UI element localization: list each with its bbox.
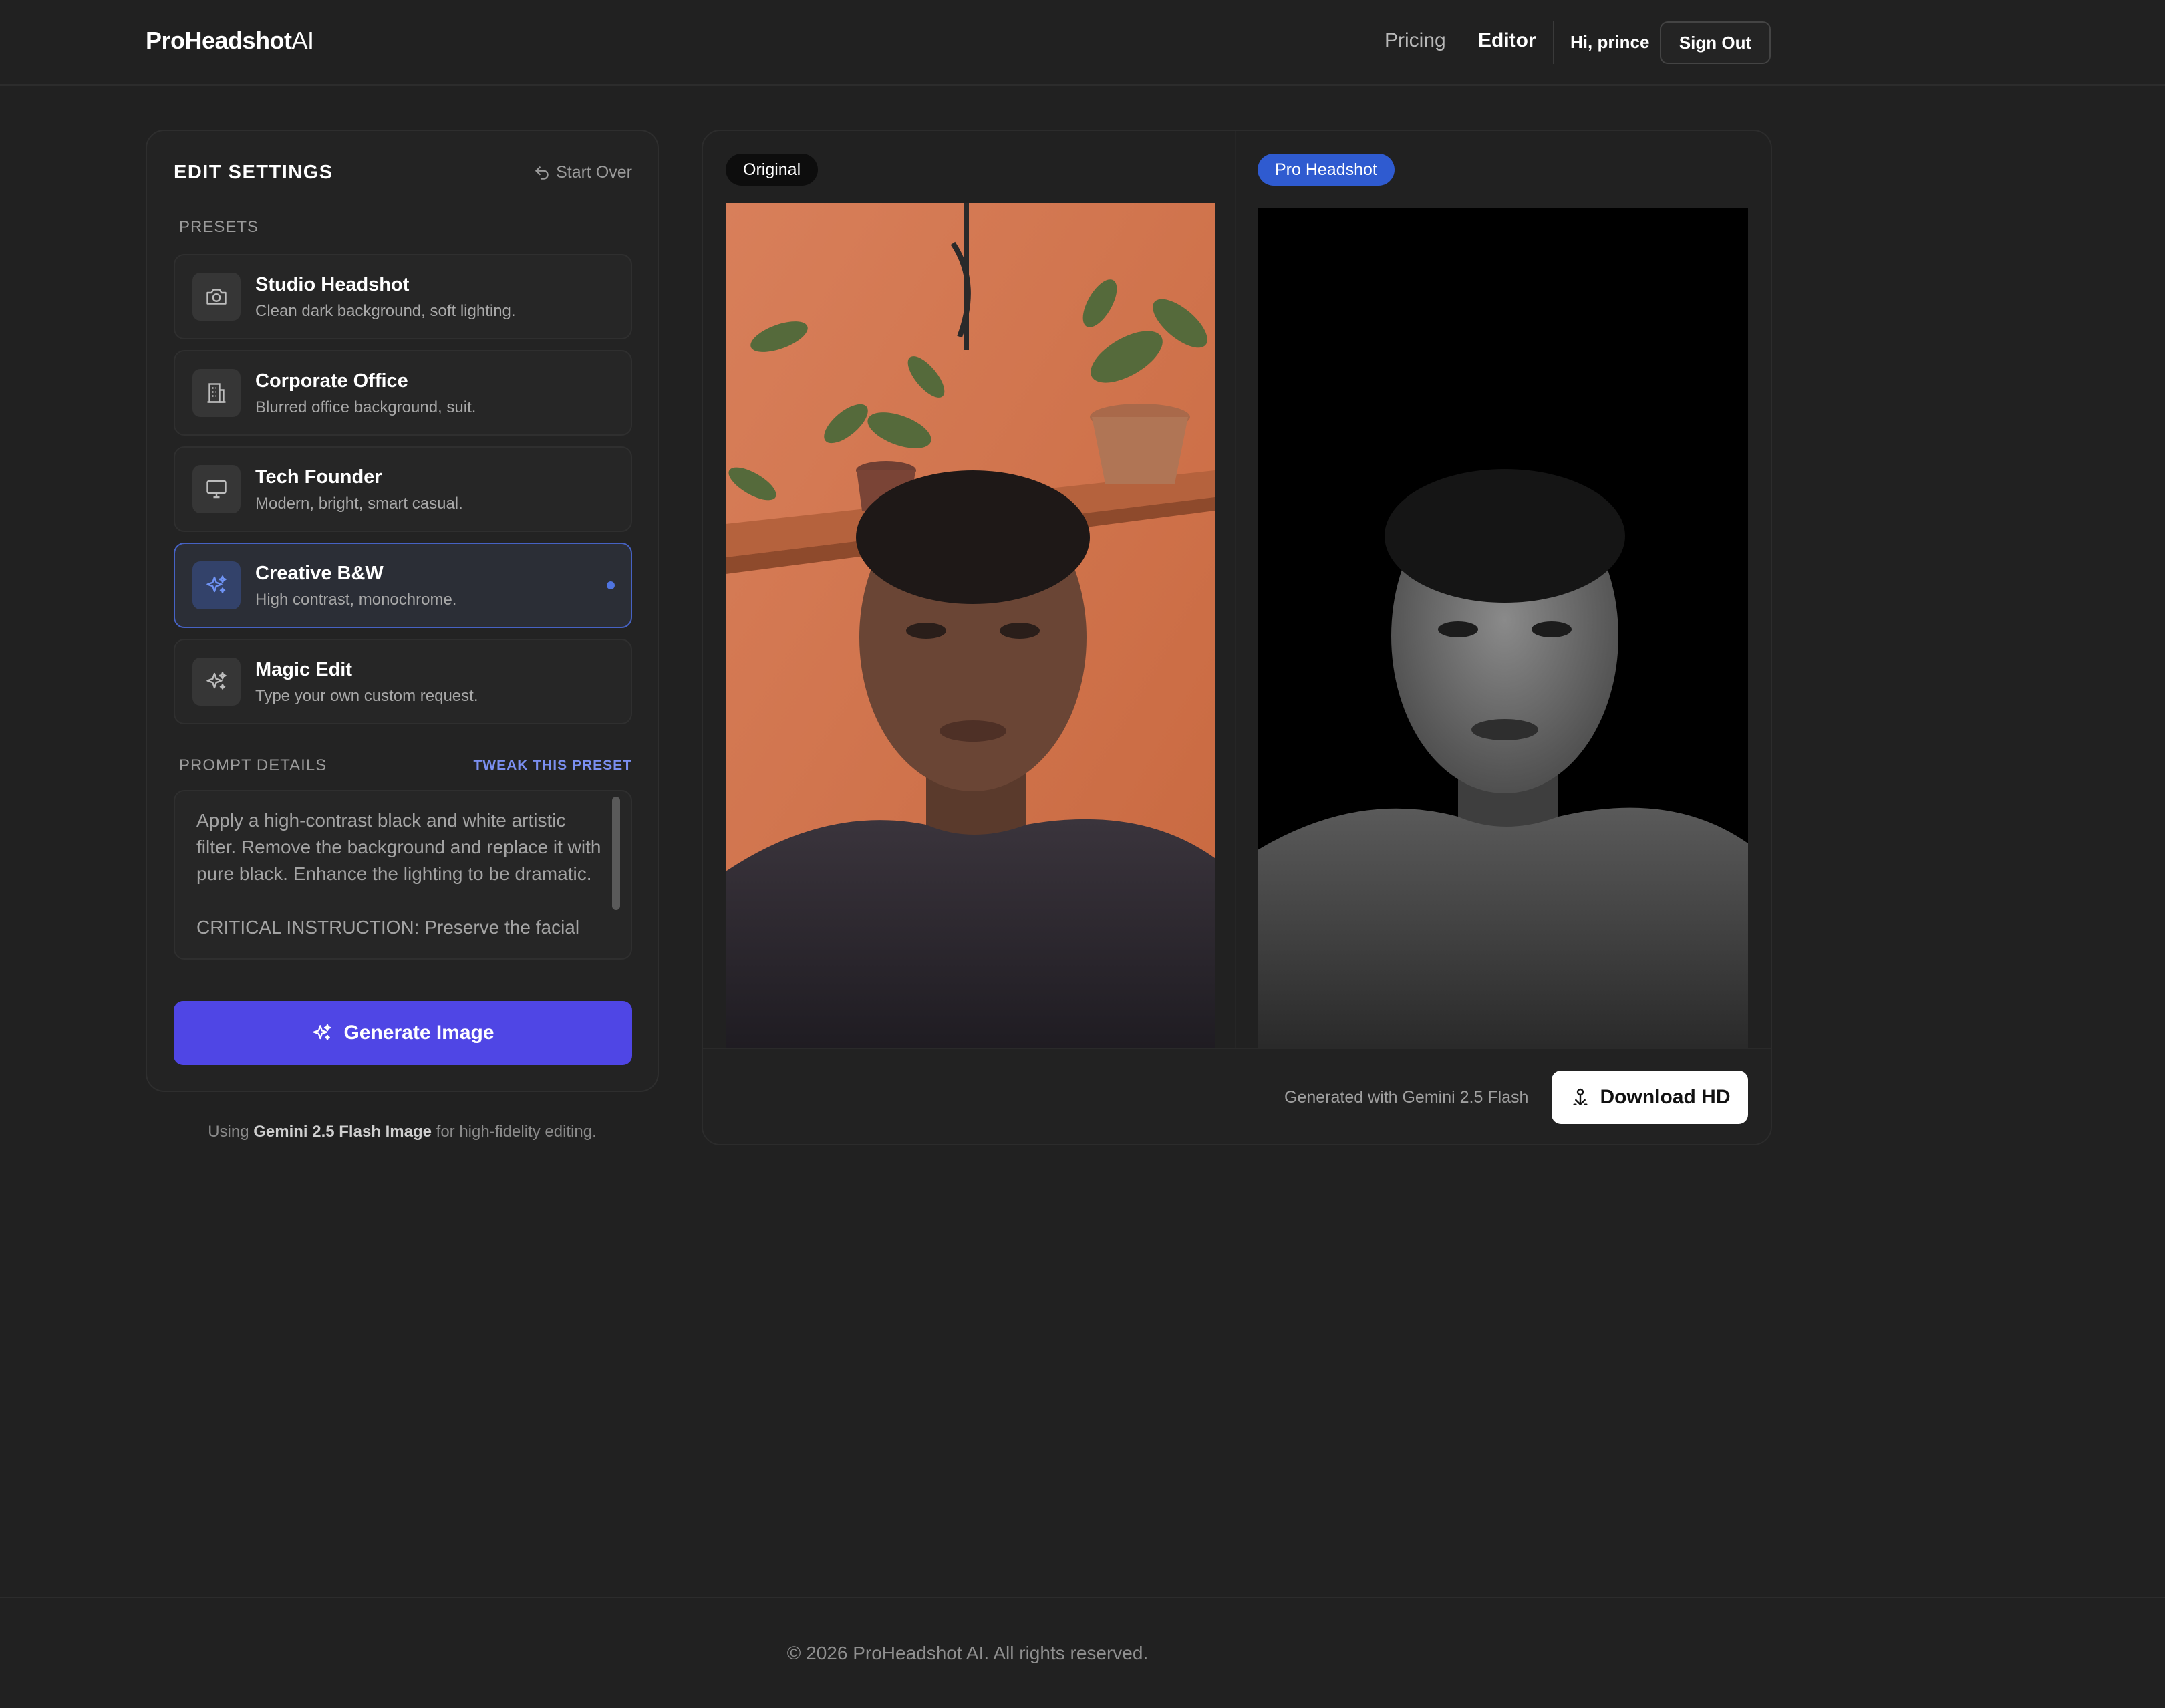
preset-title: Corporate Office (255, 370, 408, 392)
sparkles-icon (206, 672, 227, 690)
building-icon (207, 383, 226, 403)
preset-title: Magic Edit (255, 659, 353, 680)
preset-description: Clean dark background, soft lighting. (255, 302, 516, 320)
original-photo (726, 203, 1215, 1048)
preset-title: Tech Founder (255, 466, 382, 488)
model-note: Using Gemini 2.5 Flash Image for high-fi… (208, 1123, 597, 1141)
undo-icon (535, 166, 549, 180)
selected-indicator (607, 581, 615, 589)
brand-logo[interactable]: ProHeadshotAI (146, 27, 314, 55)
preset-icon-box (192, 273, 241, 321)
preset-icon-box (192, 658, 241, 706)
preset-title: Studio Headshot (255, 274, 410, 295)
preset-magic-edit[interactable]: Magic Edit Type your own custom request. (174, 639, 632, 724)
preset-description: Type your own custom request. (255, 687, 478, 705)
preset-icon-box (192, 465, 241, 513)
page-footer: © 2026 ProHeadshot AI. All rights reserv… (0, 1597, 2165, 1708)
sparkles-icon (313, 1024, 331, 1040)
download-icon (1572, 1088, 1588, 1105)
pro-headshot-photo (1258, 208, 1748, 1048)
copyright-text: © 2026 ProHeadshot AI. All rights reserv… (786, 1643, 1149, 1663)
preset-description: High contrast, monochrome. (255, 591, 457, 609)
preset-icon-box (192, 561, 241, 609)
generate-image-button[interactable]: Generate Image (174, 1001, 632, 1065)
camera-icon (206, 289, 227, 305)
tweak-preset-link[interactable]: TWEAK THIS PRESET (473, 758, 632, 774)
monitor-icon (206, 480, 227, 499)
prompt-details-label: PROMPT DETAILS (179, 756, 327, 774)
nav-link-editor[interactable]: Editor (1478, 29, 1536, 52)
nav-divider (1553, 21, 1554, 64)
comparison-panel: Original Pro Headshot Generated with Gem… (702, 130, 1772, 1145)
preset-icon-box (192, 369, 241, 417)
nav-link-pricing[interactable]: Pricing (1385, 29, 1446, 52)
prompt-textarea[interactable]: Apply a high-contrast black and white ar… (174, 790, 632, 960)
preset-corporate-office[interactable]: Corporate Office Blurred office backgrou… (174, 350, 632, 436)
generated-with-note: Generated with Gemini 2.5 Flash (1284, 1088, 1529, 1107)
start-over-button[interactable]: Start Over (533, 163, 632, 182)
pro-headshot-badge: Pro Headshot (1258, 154, 1395, 186)
presets-label: PRESETS (179, 218, 259, 236)
preset-creative-bw[interactable]: Creative B&W High contrast, monochrome. (174, 543, 632, 628)
preset-tech-founder[interactable]: Tech Founder Modern, bright, smart casua… (174, 446, 632, 532)
preset-studio-headshot[interactable]: Studio Headshot Clean dark background, s… (174, 254, 632, 339)
sparkles-icon (206, 575, 227, 593)
comparison-divider (1235, 131, 1236, 1144)
preset-title: Creative B&W (255, 563, 384, 584)
original-badge: Original (726, 154, 819, 186)
edit-settings-panel: EDIT SETTINGS Start Over PRESETS Studio … (146, 130, 659, 1092)
top-navbar: ProHeadshotAI Pricing Editor Hi, prince … (0, 0, 2165, 86)
prompt-text: Apply a high-contrast black and white ar… (196, 810, 601, 938)
download-hd-button[interactable]: Download HD (1552, 1071, 1748, 1124)
user-greeting: Hi, prince (1570, 32, 1650, 52)
prompt-scrollbar[interactable] (612, 797, 620, 910)
preset-description: Modern, bright, smart casual. (255, 494, 463, 513)
sign-out-button[interactable]: Sign Out (1660, 21, 1771, 64)
preset-description: Blurred office background, suit. (255, 398, 476, 416)
panel-title: EDIT SETTINGS (174, 162, 333, 183)
